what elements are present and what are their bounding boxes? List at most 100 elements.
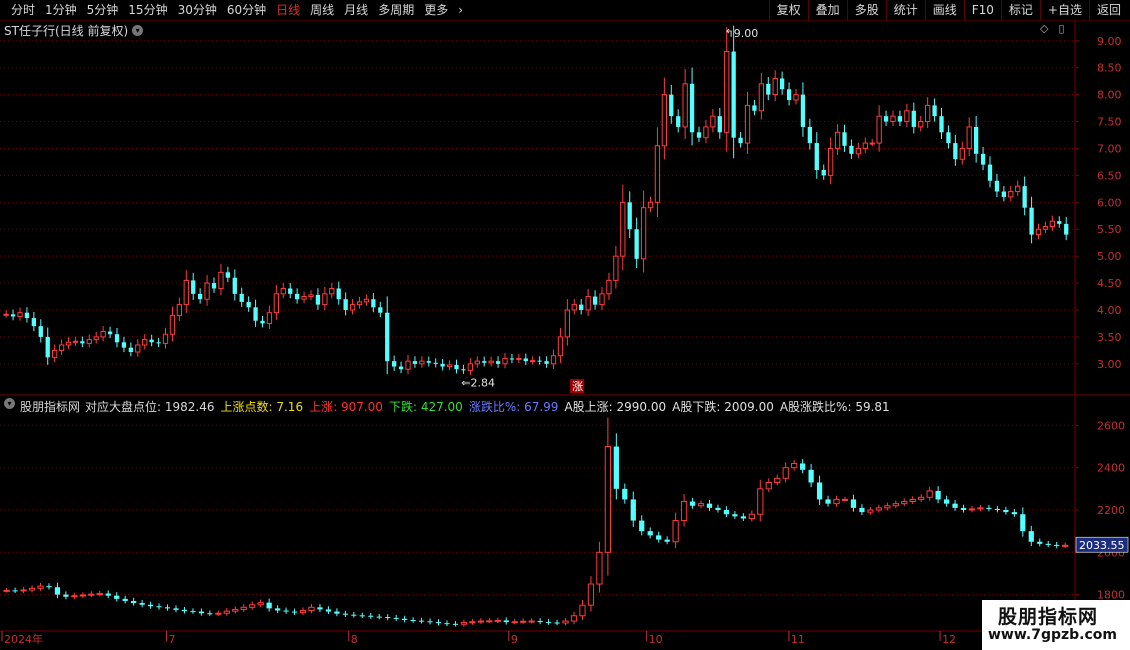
panel-toggle-icon[interactable]: ▯ [1058,22,1064,35]
candle-body [537,621,543,623]
indicator-item-label: 涨跌比%: [468,400,521,414]
chevron-down-icon[interactable]: ▾ [132,25,144,36]
candle-body [308,294,314,298]
candle-body [1020,514,1026,532]
candle-body [918,496,925,500]
chevron-right-icon[interactable]: › [453,0,468,20]
candle-body [791,462,798,469]
candle-body [10,314,16,317]
candle-body [488,360,494,364]
toolbar-button[interactable]: +自选 [1039,0,1089,20]
candle-body [88,593,95,596]
candle-body [385,617,391,619]
indicator-item: 涨跌比%: 67.99 [469,398,559,415]
time-axis-label: 10 [649,633,663,646]
candle-body [537,360,542,362]
candle-body [440,363,445,367]
period-tab[interactable]: 15分钟 [123,0,172,20]
candle-body [351,614,357,616]
candle-body [724,51,730,133]
period-tab[interactable]: 更多 [419,0,453,20]
candle-body [855,147,862,155]
period-tab[interactable]: 多周期 [373,0,419,20]
toolbar-button[interactable]: F10 [963,0,1001,20]
toolbar-button[interactable]: 画线 [924,0,964,20]
toolbar-button[interactable]: 叠加 [807,0,847,20]
indicator-item-value: 2009.00 [720,400,774,414]
indicator-item-value: 2990.00 [612,400,667,414]
candle-body [890,115,896,123]
candle-body [156,606,162,608]
candle-body [606,279,612,295]
candle-body [239,293,244,302]
candle-body [1028,531,1034,542]
chart-canvas[interactable]: 9.00 8.50 8.00 7.50 7.00 6.50 6.00 5.50 5.00 4.50… [0,20,1130,650]
candle-body [308,606,315,611]
candle-body [697,503,705,507]
toolbar-button[interactable]: 统计 [885,0,925,20]
current-value-label: 2033.55 [1079,539,1125,552]
candle-body [579,604,586,617]
candle-body [20,589,27,592]
indicator-item: 上涨点数: 7.16 [221,398,304,415]
candle-body [204,282,210,300]
candle-body [135,344,141,353]
candle-body [800,94,806,127]
candle-body [426,361,431,363]
period-tab[interactable]: 分时 [6,0,40,20]
toolbar-button[interactable]: 标记 [1000,0,1040,20]
candle-body [748,513,755,519]
period-tab[interactable]: 60分钟 [222,0,271,20]
candle-body [253,307,258,321]
candle-body [359,615,365,617]
toolbar-button[interactable]: 复权 [768,0,808,20]
candle-body [486,620,493,623]
candle-body [557,336,564,357]
candle-body [977,507,984,510]
period-tab[interactable]: 周线 [305,0,339,20]
candle-body [627,202,632,230]
candle-body [257,602,264,606]
candle-body [669,94,674,117]
candle-body [107,331,113,335]
candle-body [46,586,52,588]
candle-body [715,507,721,510]
candle-body [630,499,636,521]
candle-body [1035,228,1042,236]
period-tab[interactable]: 月线 [339,0,373,20]
toolbar-right-buttons: 复权 叠加 多股 统计 画线 F10 标记 +自选 返回 [768,0,1128,20]
candle-body [520,620,527,623]
candle-body [45,336,50,358]
diamond-icon[interactable]: ◇ [1040,22,1048,35]
candle-body [647,201,654,209]
period-tab[interactable]: 1分钟 [40,0,82,20]
candle-body [17,312,23,317]
candle-body [402,618,408,620]
candle-body [349,304,356,311]
indicator-item: A股下跌: 2009.00 [672,398,774,415]
candle-body [393,617,399,619]
y-tick-label: 2600 [1097,419,1125,432]
candle-body [280,287,286,295]
candle-body [862,142,868,149]
candle-body [834,131,841,149]
period-tab[interactable]: 5分钟 [82,0,124,20]
candle-body [966,126,972,149]
candle-body [892,503,899,507]
indicator-item-value: 1982.46 [161,400,215,414]
candle-body [766,83,771,95]
candle-body [474,360,480,365]
toolbar-button[interactable]: 多股 [846,0,886,20]
period-tab[interactable]: 30分钟 [173,0,222,20]
candle-body [774,477,781,483]
period-tab[interactable]: 日线 [271,0,305,20]
candle-body [897,116,903,122]
candle-body [752,105,757,111]
toolbar-button[interactable]: 返回 [1088,0,1128,20]
chevron-down-icon[interactable]: ▾ [4,398,15,409]
candle-body [772,77,778,96]
candle-body [634,229,639,259]
candle-body [682,83,688,128]
candle-body [461,369,466,371]
candle-body [376,616,382,618]
